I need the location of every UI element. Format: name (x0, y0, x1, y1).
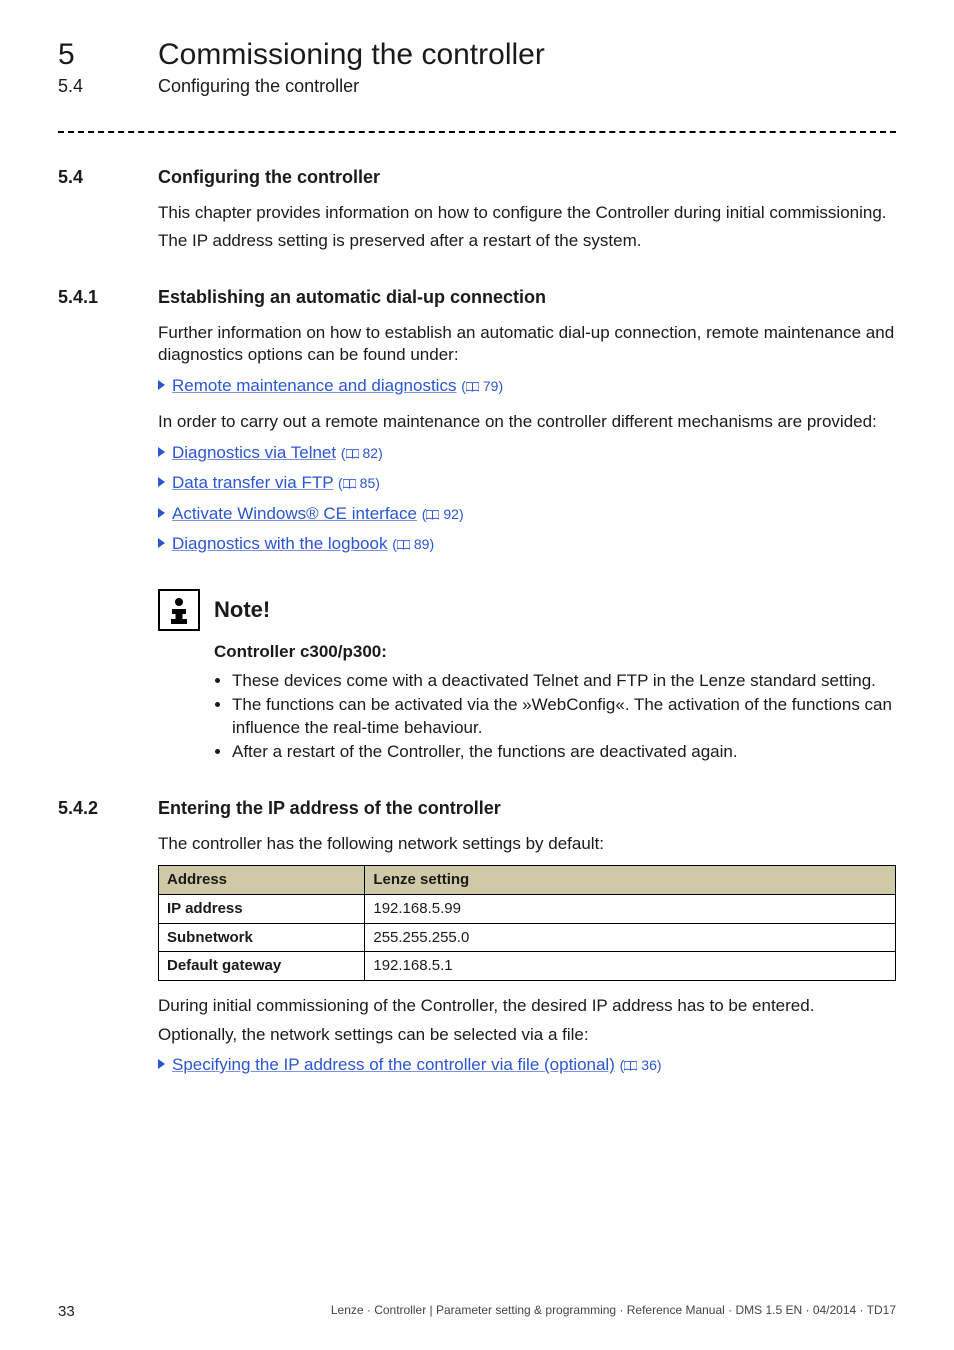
xref-label: Data transfer via FTP (172, 473, 333, 492)
table-cell: 192.168.5.1 (365, 952, 896, 981)
book-icon (343, 479, 356, 489)
table-cell: IP address (159, 894, 365, 923)
xref-link[interactable]: Diagnostics with the logbook (89) (158, 533, 896, 555)
note-item: The functions can be activated via the »… (232, 694, 896, 739)
footer-line: Lenze · Controller | Parameter setting &… (331, 1303, 896, 1320)
header-separator (58, 131, 896, 133)
xref-label: Diagnostics with the logbook (172, 534, 387, 553)
network-settings-table: Address Lenze setting IP address 192.168… (158, 865, 896, 981)
book-icon (397, 540, 410, 550)
xref-label: Remote maintenance and diagnostics (172, 376, 456, 395)
xref-page: 36 (641, 1057, 657, 1073)
section-heading-5-4-2: Entering the IP address of the controlle… (158, 798, 501, 819)
header-section-number: 5.4 (58, 76, 158, 97)
section-heading-5-4-1: Establishing an automatic dial-up connec… (158, 287, 546, 308)
xref-link[interactable]: Activate Windows® CE interface (92) (158, 503, 896, 525)
paragraph: In order to carry out a remote maintenan… (158, 411, 896, 433)
table-row: Default gateway 192.168.5.1 (159, 952, 896, 981)
xref-page: 85 (360, 475, 376, 491)
table-header: Address (159, 866, 365, 895)
xref-page: 79 (483, 378, 499, 394)
info-icon (158, 589, 200, 631)
xref-label: Specifying the IP address of the control… (172, 1055, 615, 1074)
book-icon (624, 1061, 637, 1071)
paragraph: Optionally, the network settings can be … (158, 1024, 896, 1046)
paragraph: During initial commissioning of the Cont… (158, 995, 896, 1017)
chapter-number: 5 (58, 38, 158, 72)
xref-link[interactable]: Data transfer via FTP (85) (158, 472, 896, 494)
section-number-5-4-2: 5.4.2 (58, 798, 158, 819)
page-footer: 33 Lenze · Controller | Parameter settin… (58, 1303, 896, 1320)
note-item: After a restart of the Controller, the f… (232, 741, 896, 763)
xref-page: 92 (443, 506, 459, 522)
paragraph: Further information on how to establish … (158, 322, 896, 367)
note-title: Note! (214, 597, 270, 623)
table-header: Lenze setting (365, 866, 896, 895)
xref-link[interactable]: Specifying the IP address of the control… (158, 1054, 896, 1076)
book-icon (346, 449, 359, 459)
header-section-title: Configuring the controller (158, 76, 359, 97)
section-heading-5-4: Configuring the controller (158, 167, 380, 188)
table-row: Subnetwork 255.255.255.0 (159, 923, 896, 952)
table-cell: Default gateway (159, 952, 365, 981)
table-cell: Subnetwork (159, 923, 365, 952)
chapter-title: Commissioning the controller (158, 38, 545, 72)
paragraph: This chapter provides information on how… (158, 202, 896, 224)
xref-label: Activate Windows® CE interface (172, 504, 417, 523)
book-icon (466, 382, 479, 392)
table-cell: 255.255.255.0 (365, 923, 896, 952)
paragraph: The IP address setting is preserved afte… (158, 230, 896, 252)
section-number-5-4: 5.4 (58, 167, 158, 188)
xref-page: 82 (363, 445, 379, 461)
paragraph: The controller has the following network… (158, 833, 896, 855)
book-icon (426, 510, 439, 520)
table-row: IP address 192.168.5.99 (159, 894, 896, 923)
page-number: 33 (58, 1303, 75, 1320)
xref-link[interactable]: Diagnostics via Telnet (82) (158, 442, 896, 464)
note-item: These devices come with a deactivated Te… (232, 670, 896, 692)
note-list: These devices come with a deactivated Te… (214, 670, 896, 764)
note-callout: Note! Controller c300/p300: These device… (158, 589, 896, 763)
table-cell: 192.168.5.99 (365, 894, 896, 923)
note-subheading: Controller c300/p300: (214, 641, 896, 663)
xref-page: 89 (414, 536, 430, 552)
xref-label: Diagnostics via Telnet (172, 443, 336, 462)
xref-link[interactable]: Remote maintenance and diagnostics (79) (158, 375, 896, 397)
section-number-5-4-1: 5.4.1 (58, 287, 158, 308)
